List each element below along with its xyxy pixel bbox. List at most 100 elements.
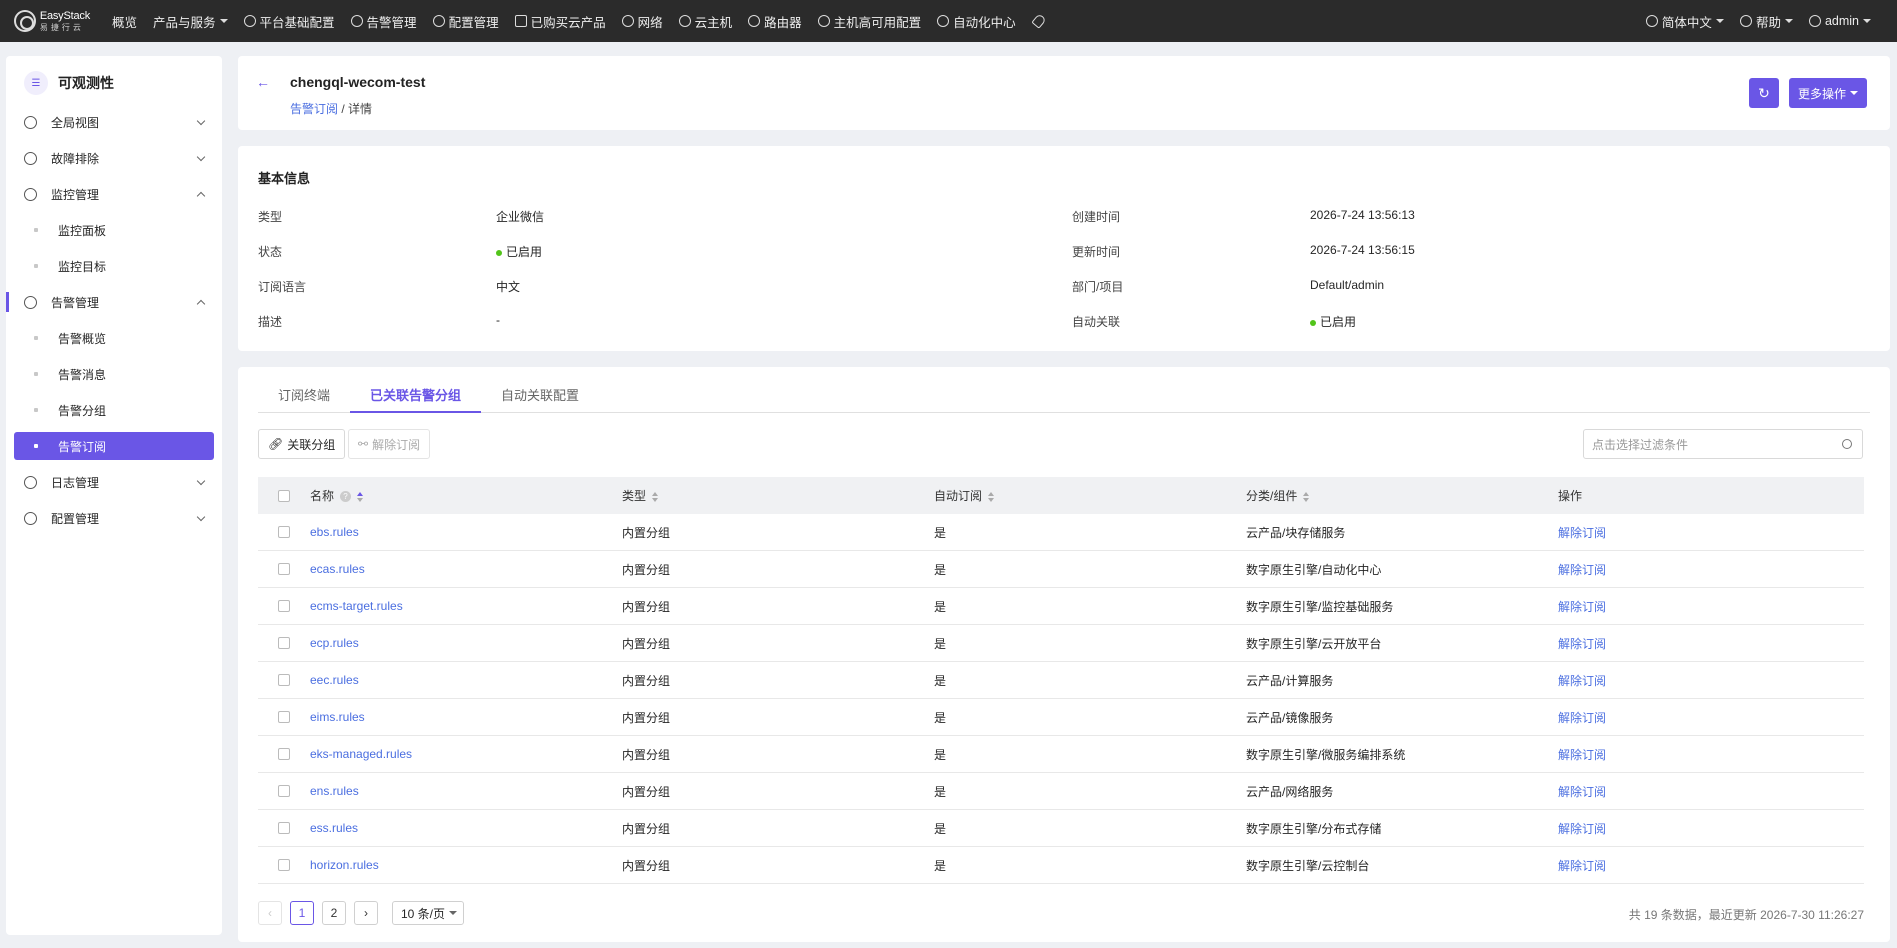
page-size-select[interactable]: 10 条/页 — [392, 901, 465, 925]
tab[interactable]: 自动关联配置 — [481, 387, 599, 413]
gear-icon — [24, 511, 37, 525]
breadcrumb-link[interactable]: 告警订阅 — [290, 102, 338, 116]
more-actions-button[interactable]: 更多操作 — [1789, 78, 1867, 108]
page-number-button[interactable]: 1 — [290, 901, 314, 925]
nav-item[interactable]: 网络 — [614, 0, 671, 42]
sidebar-item[interactable]: 配置管理 — [14, 504, 214, 532]
unsubscribe-button[interactable]: ⚯ 解除订阅 — [348, 429, 431, 459]
group-name-link[interactable]: ens.rules — [310, 784, 359, 798]
unsubscribe-link[interactable]: 解除订阅 — [1558, 748, 1606, 762]
sidebar-item[interactable]: 告警订阅 — [14, 432, 214, 460]
user-menu[interactable]: admin — [1801, 0, 1879, 42]
nav-item[interactable]: 告警管理 — [343, 0, 425, 42]
group-name-link[interactable]: ecms-target.rules — [310, 599, 403, 613]
unsubscribe-link[interactable]: 解除订阅 — [1558, 637, 1606, 651]
row-checkbox[interactable] — [278, 785, 290, 797]
refresh-icon: ↻ — [1758, 85, 1770, 101]
group-name-link[interactable]: ebs.rules — [310, 525, 359, 539]
sort-icon[interactable] — [988, 491, 995, 502]
language-select[interactable]: 简体中文 — [1638, 0, 1732, 42]
info-label: 更新时间 — [1072, 245, 1121, 259]
filter-search-input[interactable]: 点击选择过滤条件 — [1583, 429, 1863, 459]
group-name-link[interactable]: horizon.rules — [310, 858, 379, 872]
nav-item[interactable]: 平台基础配置 — [236, 0, 343, 42]
row-checkbox[interactable] — [278, 822, 290, 834]
nav-item[interactable]: 已购买云产品 — [507, 0, 614, 42]
nav-item[interactable]: 云主机 — [671, 0, 741, 42]
easystack-logo[interactable]: EasyStack 易捷行云 — [14, 10, 90, 32]
tab[interactable]: 订阅终端 — [258, 387, 350, 413]
unsubscribe-link[interactable]: 解除订阅 — [1558, 785, 1606, 799]
group-name-link[interactable]: eims.rules — [310, 710, 365, 724]
detail-header: ← chengql-wecom-test 告警订阅 / 详情 ↻ 更多操作 — [238, 56, 1890, 130]
logo-text: EasyStack — [39, 9, 90, 22]
sidebar-item[interactable]: 全局视图 — [14, 108, 214, 136]
sidebar-item[interactable]: 日志管理 — [14, 468, 214, 496]
row-checkbox[interactable] — [278, 526, 290, 538]
sort-icon[interactable] — [357, 491, 364, 502]
cell-category: 云产品/块存储服务 — [1246, 525, 1346, 540]
group-name-link[interactable]: eks-managed.rules — [310, 747, 412, 761]
unsubscribe-link[interactable]: 解除订阅 — [1558, 859, 1606, 873]
sidebar-item[interactable]: 监控目标 — [14, 252, 214, 280]
group-name-link[interactable]: eec.rules — [310, 673, 359, 687]
search-icon[interactable] — [1842, 439, 1852, 449]
nav-item[interactable]: 路由器 — [740, 0, 810, 42]
group-name-link[interactable]: ecp.rules — [310, 636, 359, 650]
info-label: 状态 — [258, 245, 283, 259]
next-page-button[interactable]: › — [354, 901, 378, 925]
unsubscribe-link[interactable]: 解除订阅 — [1558, 526, 1606, 540]
column-category[interactable]: 分类/组件 — [1246, 487, 1558, 504]
nav-item[interactable]: 自动化中心 — [929, 0, 1024, 42]
refresh-button[interactable]: ↻ — [1749, 78, 1779, 108]
sidebar-item[interactable]: 告警消息 — [14, 360, 214, 388]
group-name-link[interactable]: ecas.rules — [310, 562, 365, 576]
column-type[interactable]: 类型 — [622, 487, 934, 504]
row-checkbox[interactable] — [278, 563, 290, 575]
nav-item[interactable]: 配置管理 — [425, 0, 507, 42]
row-checkbox[interactable] — [278, 711, 290, 723]
sort-icon[interactable] — [1303, 491, 1310, 502]
log-icon — [24, 475, 37, 489]
sidebar-item[interactable]: 告警概览 — [14, 324, 214, 352]
row-checkbox[interactable] — [278, 600, 290, 612]
menu-icon[interactable]: ☰ — [24, 71, 48, 95]
cell-category: 数字原生引擎/微服务编排系统 — [1246, 747, 1406, 762]
help-icon[interactable]: ? — [340, 491, 352, 503]
select-all-checkbox[interactable] — [278, 489, 290, 502]
prev-page-button[interactable]: ‹ — [258, 901, 282, 925]
unsubscribe-link[interactable]: 解除订阅 — [1558, 822, 1606, 836]
nav-item[interactable]: 概览 — [104, 0, 145, 42]
sidebar-item[interactable]: 告警分组 — [14, 396, 214, 424]
row-checkbox[interactable] — [278, 674, 290, 686]
sidebar-item[interactable]: 故障排除 — [14, 144, 214, 172]
row-checkbox[interactable] — [278, 859, 290, 871]
link-group-button[interactable]: 🔗︎ 关联分组 — [258, 429, 346, 459]
row-checkbox[interactable] — [278, 748, 290, 760]
table-row: ecms-target.rules 内置分组 是 数字原生引擎/监控基础服务 解除订阅 — [258, 588, 1864, 625]
help-menu[interactable]: 帮助 — [1732, 0, 1801, 42]
sidebar-item[interactable]: 监控管理 — [14, 180, 214, 208]
unsubscribe-link[interactable]: 解除订阅 — [1558, 711, 1606, 725]
nav-item[interactable]: 主机高可用配置 — [810, 0, 930, 42]
alarm-icon — [350, 15, 363, 27]
sidebar-item[interactable]: 监控面板 — [14, 216, 214, 244]
tab[interactable]: 已关联告警分组 — [350, 387, 482, 413]
unsubscribe-link[interactable]: 解除订阅 — [1558, 600, 1606, 614]
cloud-icon — [678, 15, 691, 27]
top-navigation-bar: EasyStack 易捷行云 概览 产品与服务 平台基础配置 告警管理 配置管理 已购买云… — [0, 0, 1897, 42]
nav-item[interactable]: 产品与服务 — [145, 0, 236, 42]
cell-type: 内置分组 — [622, 784, 671, 799]
column-name[interactable]: 名称? — [310, 487, 622, 504]
sidebar-item[interactable]: 告警管理 — [6, 288, 214, 316]
back-arrow-icon[interactable]: ← — [256, 74, 270, 90]
group-name-link[interactable]: ess.rules — [310, 821, 358, 835]
column-auto-subscribe[interactable]: 自动订阅 — [934, 487, 1246, 504]
info-value: 已启用 — [496, 243, 542, 260]
row-checkbox[interactable] — [278, 637, 290, 649]
pin-icon[interactable] — [1030, 13, 1047, 29]
sort-icon[interactable] — [652, 491, 659, 502]
page-number-button[interactable]: 2 — [322, 901, 346, 925]
unsubscribe-link[interactable]: 解除订阅 — [1558, 563, 1606, 577]
unsubscribe-link[interactable]: 解除订阅 — [1558, 674, 1606, 688]
